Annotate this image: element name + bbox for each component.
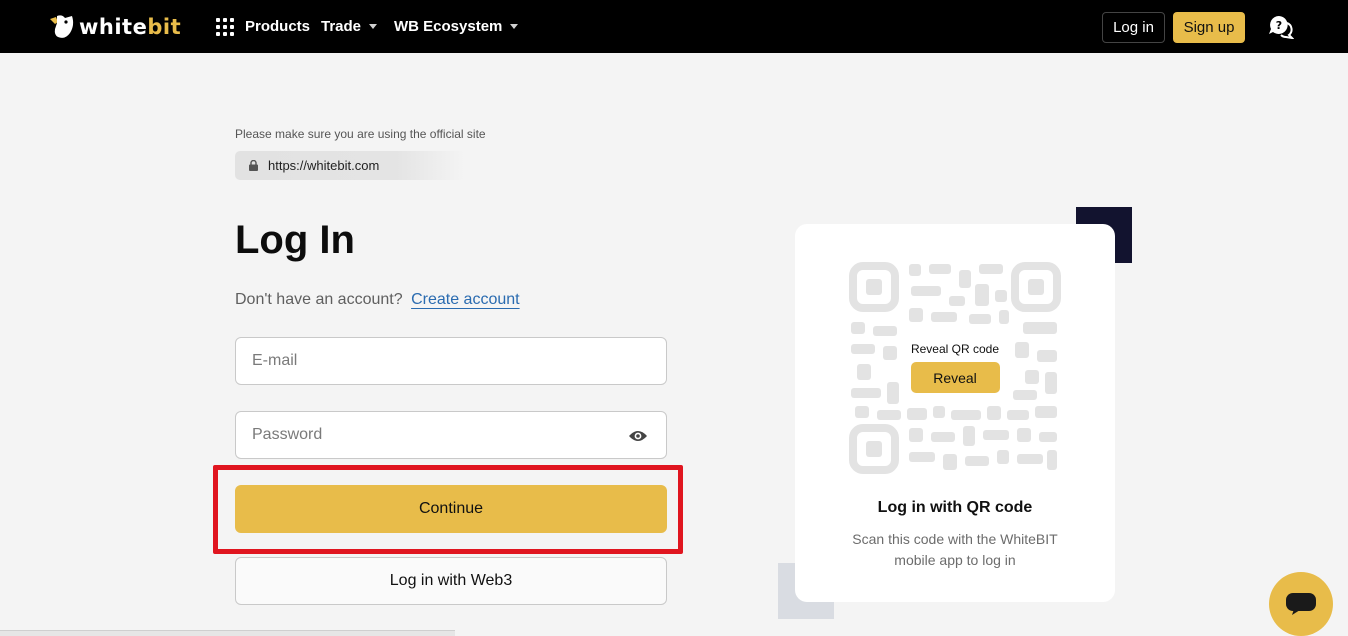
qr-reveal-button[interactable]: Reveal	[910, 362, 1000, 393]
page-title: Log In	[235, 218, 355, 262]
grid-apps-icon[interactable]	[216, 18, 234, 36]
continue-button[interactable]: Continue	[235, 485, 667, 533]
official-url-chip: https://whitebit.com	[235, 151, 465, 180]
svg-text:?: ?	[1276, 19, 1282, 32]
email-field[interactable]	[236, 338, 666, 384]
chevron-down-icon	[510, 24, 519, 29]
logo-wordmark: whitebit	[79, 15, 182, 39]
qr-reveal-label: Reveal QR code	[910, 342, 1000, 356]
eye-icon[interactable]	[628, 429, 648, 443]
no-account-line: Don't have an account? Create account	[235, 291, 520, 309]
email-field-wrapper	[235, 337, 667, 385]
whitebit-logo[interactable]: whitebit	[48, 12, 181, 42]
nav-ecosystem-label: WB Ecosystem	[394, 18, 503, 35]
password-field[interactable]	[236, 412, 666, 458]
nav-trade-label: Trade	[321, 18, 362, 35]
qr-login-description: Scan this code with the WhiteBIT mobile …	[852, 531, 1058, 568]
no-account-text: Don't have an account?	[235, 291, 403, 308]
top-nav-bar: whitebit Products Trade WB Ecosystem Log…	[0, 0, 1348, 53]
nav-wb-ecosystem[interactable]: WB Ecosystem	[394, 18, 519, 35]
official-url: https://whitebit.com	[268, 158, 380, 173]
qr-reveal-overlay: Reveal QR code Reveal	[795, 342, 1115, 393]
nav-products-label: Products	[245, 18, 311, 35]
qr-login-title: Log in with QR code	[877, 499, 1033, 516]
password-field-wrapper	[235, 411, 667, 459]
qr-login-card: Reveal QR code Reveal Log in with QR cod…	[795, 224, 1115, 602]
header-login-button[interactable]: Log in	[1102, 12, 1165, 43]
bottom-scroll-strip	[0, 630, 455, 636]
nav-trade[interactable]: Trade	[321, 18, 378, 35]
whitebit-logo-icon	[50, 15, 74, 38]
official-site-note: Please make sure you are using the offic…	[235, 127, 486, 141]
create-account-link[interactable]: Create account	[411, 291, 520, 308]
lock-icon	[249, 160, 258, 171]
nav-products[interactable]: Products	[245, 18, 310, 35]
live-chat-button[interactable]	[1269, 572, 1333, 636]
support-chat-icon[interactable]: ?	[1268, 15, 1294, 39]
login-web3-button[interactable]: Log in with Web3	[235, 557, 667, 605]
chevron-down-icon	[369, 24, 378, 29]
header-signup-button[interactable]: Sign up	[1173, 12, 1245, 43]
chat-bubble-icon	[1286, 593, 1316, 615]
